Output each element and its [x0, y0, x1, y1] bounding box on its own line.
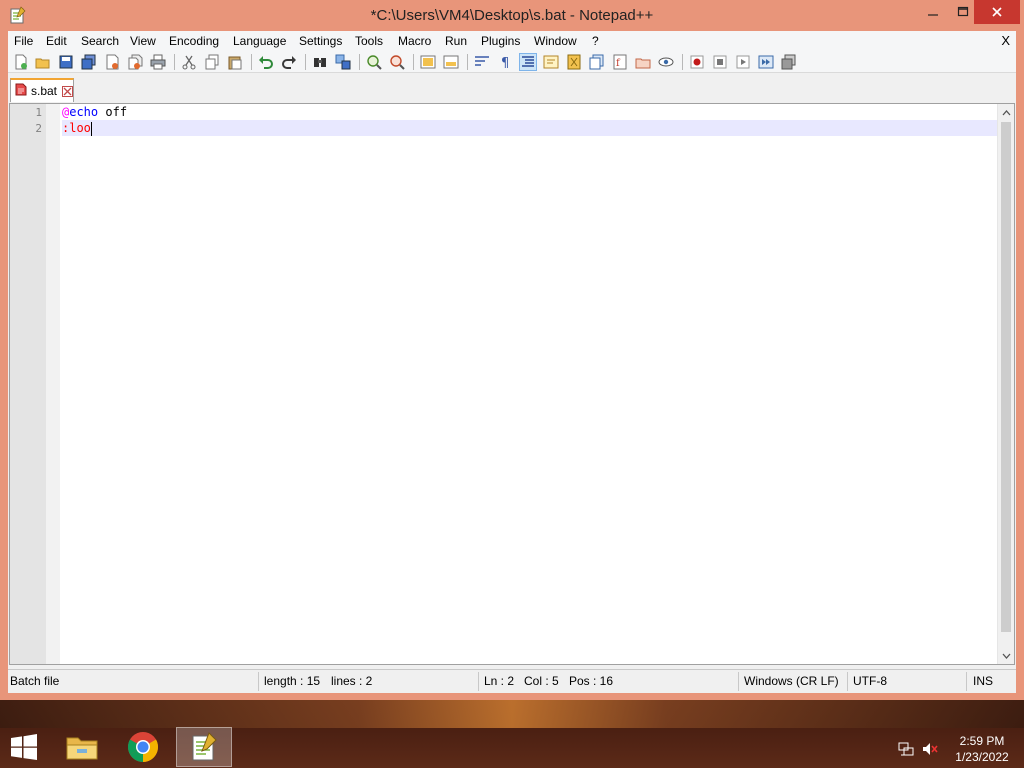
- cut-icon[interactable]: [180, 53, 198, 71]
- code-line-1[interactable]: @echo off: [62, 104, 1000, 120]
- redo-icon[interactable]: [280, 53, 298, 71]
- zoom-out-icon[interactable]: [388, 53, 406, 71]
- save-icon[interactable]: [57, 53, 75, 71]
- word-wrap-icon[interactable]: [473, 53, 491, 71]
- file-explorer-taskbar-button[interactable]: [54, 727, 110, 767]
- menu-bar: File Edit Search View Encoding Language …: [8, 31, 1016, 51]
- udl-dialog-icon[interactable]: [542, 53, 560, 71]
- minimize-button[interactable]: [918, 0, 948, 24]
- taskbar: [0, 700, 1024, 768]
- paste-icon[interactable]: [226, 53, 244, 71]
- line-number: 1: [35, 106, 42, 119]
- sync-horizontal-icon[interactable]: [442, 53, 460, 71]
- app-client-area: File Edit Search View Encoding Language …: [8, 31, 1016, 693]
- folder-as-workspace-icon[interactable]: [634, 53, 652, 71]
- line-number-gutter: 1 2: [10, 104, 46, 664]
- close-window-button[interactable]: [974, 0, 1020, 24]
- scroll-up-icon[interactable]: [998, 104, 1015, 121]
- status-insert-mode[interactable]: INS: [973, 674, 993, 688]
- windows-logo-icon: [11, 734, 37, 760]
- start-button[interactable]: [0, 727, 48, 767]
- menu-settings[interactable]: Settings: [299, 34, 342, 48]
- zoom-in-icon[interactable]: [365, 53, 383, 71]
- play-macro-icon[interactable]: [734, 53, 752, 71]
- menu-view[interactable]: View: [130, 34, 156, 48]
- status-bar: Batch file length : 15 lines : 2 Ln : 2 …: [8, 669, 1016, 693]
- menu-language[interactable]: Language: [233, 34, 286, 48]
- window-title: *C:\Users\VM4\Desktop\s.bat - Notepad++: [370, 7, 654, 24]
- scrollbar-thumb[interactable]: [1001, 122, 1011, 632]
- menu-edit[interactable]: Edit: [46, 34, 67, 48]
- copy-icon[interactable]: [203, 53, 221, 71]
- monitoring-eye-icon[interactable]: [657, 53, 675, 71]
- show-all-chars-icon[interactable]: ¶: [496, 53, 514, 71]
- record-macro-icon[interactable]: [688, 53, 706, 71]
- undo-icon[interactable]: [257, 53, 275, 71]
- status-line: Ln : 2: [484, 674, 515, 688]
- toolbar: ¶ f: [8, 51, 1016, 73]
- status-column: Col : 5: [524, 674, 559, 688]
- doc-list-icon[interactable]: [588, 53, 606, 71]
- close-file-icon[interactable]: [103, 53, 121, 71]
- clock-time: 2:59 PM: [959, 734, 1005, 748]
- desktop-wallpaper: [0, 700, 1024, 728]
- title-bar: *C:\Users\VM4\Desktop\s.bat - Notepad++: [0, 0, 1024, 31]
- tab-close-icon[interactable]: [62, 85, 74, 97]
- token-command: echo: [69, 105, 99, 119]
- chrome-icon: [127, 732, 159, 762]
- clock-date: 1/23/2022: [955, 750, 1009, 764]
- menu-search[interactable]: Search: [81, 34, 119, 48]
- status-encoding[interactable]: UTF-8: [853, 674, 887, 688]
- status-position: Pos : 16: [569, 674, 614, 688]
- editor-pane[interactable]: 1 2 @echo off :loo: [9, 103, 1015, 665]
- scroll-down-icon[interactable]: [998, 647, 1015, 664]
- indent-guide-icon[interactable]: [519, 53, 537, 71]
- menu-tools[interactable]: Tools: [355, 34, 383, 48]
- menu-run[interactable]: Run: [445, 34, 467, 48]
- code-line-2[interactable]: :loo: [62, 120, 1000, 136]
- notepadpp-taskbar-button[interactable]: [176, 727, 232, 767]
- taskbar-clock[interactable]: 2:59 PM 1/23/2022: [944, 733, 1020, 765]
- save-macro-icon[interactable]: [780, 53, 798, 71]
- menu-help[interactable]: ?: [592, 34, 599, 48]
- token-label: :loo: [62, 121, 91, 135]
- volume-muted-icon[interactable]: [922, 741, 938, 757]
- unsaved-file-icon: [15, 83, 27, 99]
- doc-map-icon[interactable]: [565, 53, 583, 71]
- menu-plugins[interactable]: Plugins: [481, 34, 520, 48]
- open-file-icon[interactable]: [34, 53, 52, 71]
- chrome-taskbar-button[interactable]: [115, 727, 171, 767]
- find-icon[interactable]: [311, 53, 329, 71]
- folder-icon: [66, 737, 98, 760]
- status-lines: lines : 2: [331, 674, 373, 688]
- menu-macro[interactable]: Macro: [398, 34, 431, 48]
- stop-macro-icon[interactable]: [711, 53, 729, 71]
- vertical-scrollbar[interactable]: [997, 104, 1014, 664]
- tab-bar: s.bat: [8, 74, 1016, 102]
- network-icon[interactable]: [898, 741, 914, 757]
- save-all-icon[interactable]: [80, 53, 98, 71]
- sync-vertical-icon[interactable]: [419, 53, 437, 71]
- close-all-icon[interactable]: [126, 53, 144, 71]
- function-list-icon[interactable]: f: [611, 53, 629, 71]
- run-macro-multiple-icon[interactable]: [757, 53, 775, 71]
- tab-label: s.bat: [31, 84, 58, 98]
- close-document-x[interactable]: X: [1001, 33, 1010, 48]
- menu-window[interactable]: Window: [534, 34, 577, 48]
- status-eol[interactable]: Windows (CR LF): [744, 674, 839, 688]
- fold-margin[interactable]: [46, 104, 60, 664]
- menu-encoding[interactable]: Encoding: [169, 34, 219, 48]
- notepadpp-icon: [192, 732, 217, 761]
- status-file-type: Batch file: [10, 674, 60, 688]
- svg-text:¶: ¶: [501, 56, 509, 70]
- line-number: 2: [35, 122, 42, 135]
- text-caret: [90, 121, 92, 136]
- status-length: length : 15: [264, 674, 321, 688]
- tab-s-bat[interactable]: s.bat: [10, 78, 74, 102]
- new-file-icon[interactable]: [12, 53, 30, 71]
- print-icon[interactable]: [149, 53, 167, 71]
- replace-icon[interactable]: [334, 53, 352, 71]
- menu-file[interactable]: File: [14, 34, 33, 48]
- token-argument: off: [98, 105, 128, 119]
